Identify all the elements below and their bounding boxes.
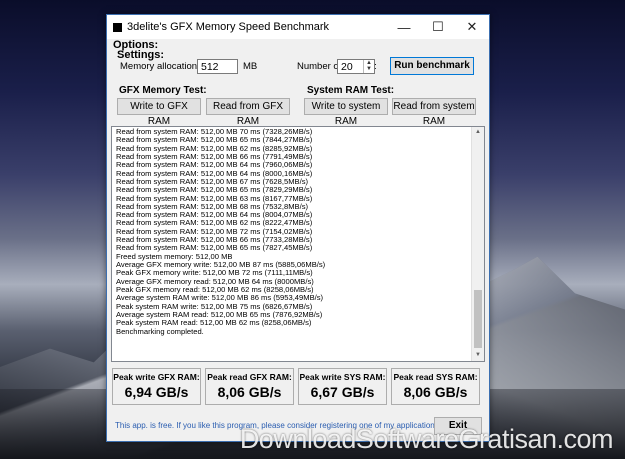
run-benchmark-button[interactable]: Run benchmark bbox=[390, 57, 474, 75]
log-scrollbar[interactable]: ▲ ▼ bbox=[471, 127, 484, 361]
read-system-ram-button[interactable]: Read from system RAM bbox=[392, 98, 476, 127]
stat-value: 8,06 GB/s bbox=[403, 384, 468, 400]
write-gfx-ram-button[interactable]: Write to GFX RAM bbox=[117, 98, 201, 127]
stat-peak-read-sys: Peak read SYS RAM: 8,06 GB/s bbox=[391, 368, 480, 405]
maximize-button[interactable]: ☐ bbox=[421, 15, 455, 39]
log-lines: Read from system RAM: 512,00 MB 70 ms (7… bbox=[112, 127, 484, 336]
stepper-arrows-icon[interactable]: ▲ ▼ bbox=[363, 60, 374, 73]
sys-test-heading: System RAM Test: bbox=[307, 85, 395, 96]
watermark-text: DownloadSoftwareGratisan.com bbox=[239, 424, 614, 454]
read-gfx-ram-button[interactable]: Read from GFX RAM bbox=[206, 98, 290, 127]
stat-value: 6,94 GB/s bbox=[124, 384, 189, 400]
stat-peak-read-gfx: Peak read GFX RAM: 8,06 GB/s bbox=[205, 368, 294, 405]
stat-label: Peak write SYS RAM: bbox=[299, 372, 386, 382]
stat-label: Peak read SYS RAM: bbox=[393, 372, 478, 382]
stat-peak-write-gfx: Peak write GFX RAM: 6,94 GB/s bbox=[112, 368, 201, 405]
close-button[interactable]: ✕ bbox=[455, 15, 489, 39]
log-output[interactable]: Read from system RAM: 512,00 MB 70 ms (7… bbox=[111, 126, 485, 362]
alloc-size-input[interactable]: 512 bbox=[197, 59, 238, 74]
log-line: Benchmarking completed. bbox=[116, 326, 204, 336]
window-title: 3delite's GFX Memory Speed Benchmark bbox=[127, 21, 330, 33]
write-system-ram-button[interactable]: Write to system RAM bbox=[304, 98, 388, 127]
minimize-button[interactable]: — bbox=[387, 15, 421, 39]
alloc-unit-label: MB bbox=[243, 61, 258, 72]
gfx-test-heading: GFX Memory Test: bbox=[119, 85, 207, 96]
stat-peak-write-sys: Peak write SYS RAM: 6,67 GB/s bbox=[298, 368, 387, 405]
title-bar[interactable]: 3delite's GFX Memory Speed Benchmark — ☐… bbox=[107, 15, 489, 39]
stat-value: 8,06 GB/s bbox=[217, 384, 282, 400]
stat-value: 6,67 GB/s bbox=[310, 384, 375, 400]
stat-label: Peak write GFX RAM: bbox=[113, 372, 200, 382]
scroll-thumb[interactable] bbox=[474, 290, 482, 348]
passes-stepper[interactable]: 20 ▲ ▼ bbox=[337, 59, 375, 74]
app-window: 3delite's GFX Memory Speed Benchmark — ☐… bbox=[106, 14, 490, 442]
app-icon bbox=[113, 22, 122, 32]
stat-label: Peak read GFX RAM: bbox=[207, 372, 292, 382]
scroll-up-icon[interactable]: ▲ bbox=[472, 127, 484, 138]
settings-label: Settings: bbox=[117, 49, 165, 61]
passes-value: 20 bbox=[341, 61, 353, 73]
scroll-down-icon[interactable]: ▼ bbox=[472, 350, 484, 361]
